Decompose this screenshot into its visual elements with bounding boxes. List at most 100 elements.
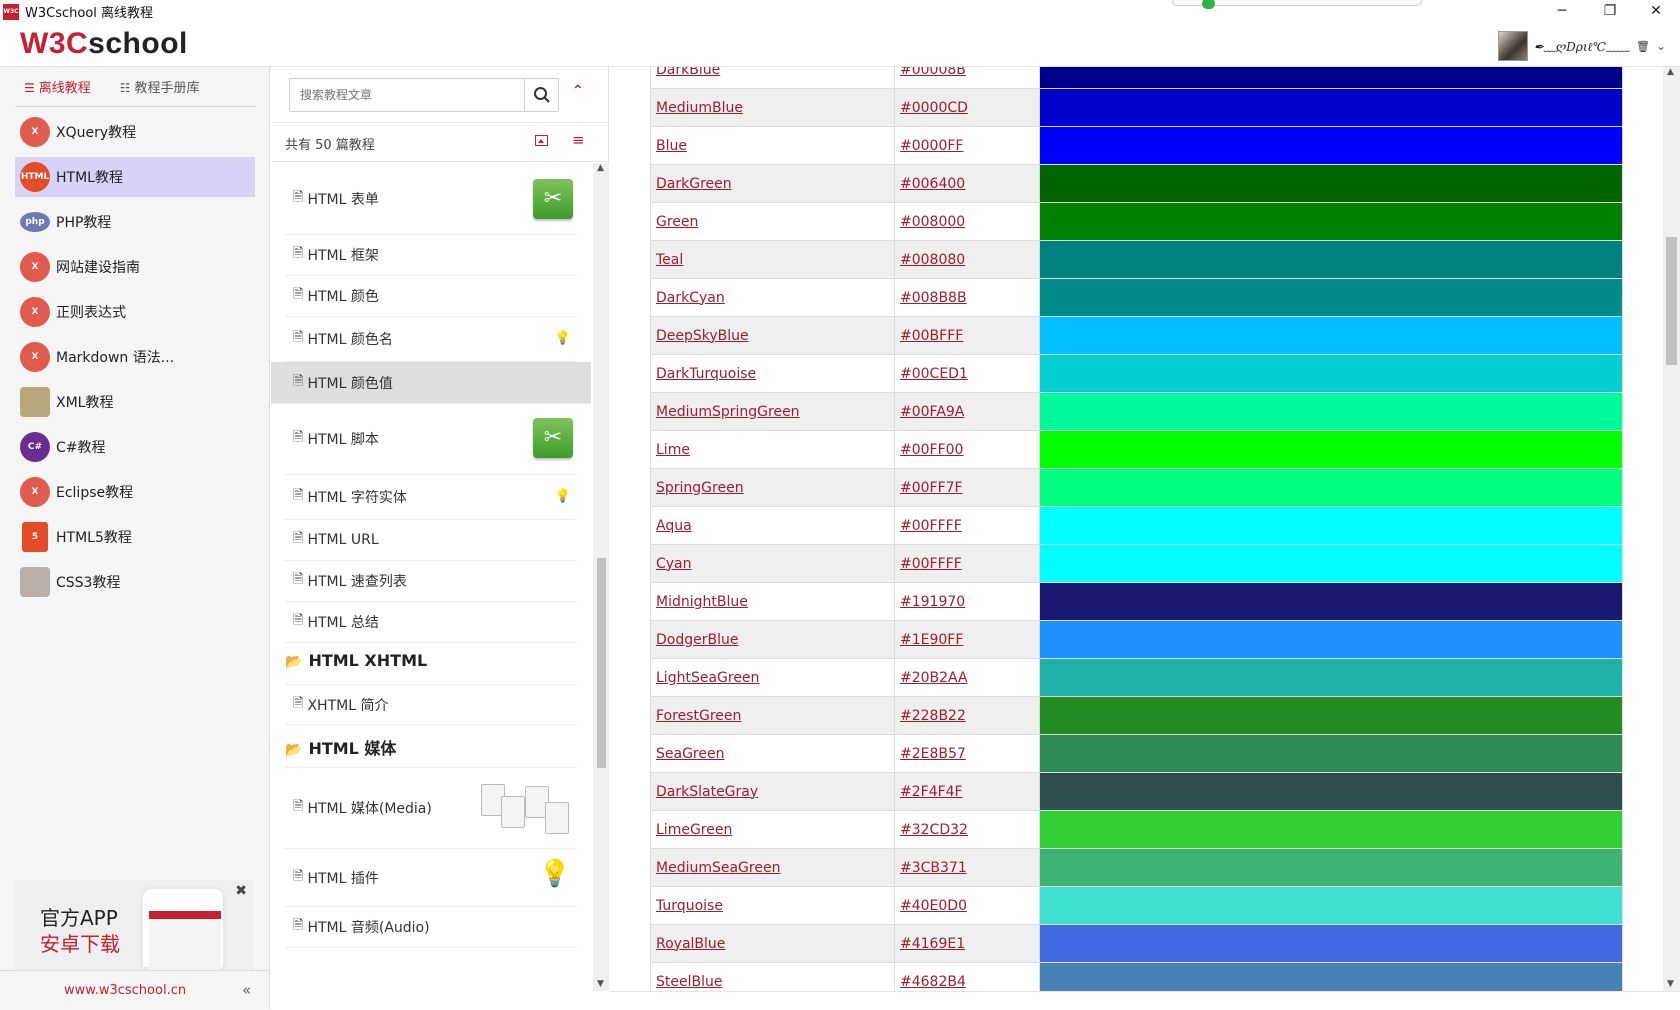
lesson-item[interactable]: 🗎 HTML 颜色名 💡: [285, 317, 577, 362]
color-name-link[interactable]: LimeGreen: [656, 822, 732, 838]
lesson-item[interactable]: 🗎 HTML 字符实体 💡: [285, 475, 577, 520]
color-name-link[interactable]: Aqua: [656, 518, 692, 534]
color-hex-link[interactable]: #00CED1: [900, 366, 968, 382]
color-name-link[interactable]: DarkGreen: [656, 176, 732, 192]
color-name-link[interactable]: MediumSeaGreen: [656, 860, 780, 876]
sidebar-item-markdown[interactable]: X Markdown 语法...: [15, 337, 255, 377]
color-hex-link[interactable]: #00008B: [900, 67, 966, 78]
lesson-item[interactable]: 🗎 HTML 音频(Audio): [285, 907, 577, 948]
color-name-link[interactable]: DeepSkyBlue: [656, 328, 749, 344]
color-hex-link[interactable]: #008080: [900, 252, 965, 268]
scroll-up-icon[interactable]: ▲: [597, 163, 604, 173]
color-name-link[interactable]: ForestGreen: [656, 708, 741, 724]
color-hex-link[interactable]: #0000FF: [900, 138, 963, 154]
color-hex-link[interactable]: #191970: [900, 594, 965, 610]
color-hex-link[interactable]: #20B2AA: [900, 670, 968, 686]
close-icon[interactable]: ✖: [235, 883, 247, 899]
color-hex-link[interactable]: #1E90FF: [900, 632, 963, 648]
sidebar-item-csharp[interactable]: C# C#教程: [15, 427, 255, 467]
lesson-item[interactable]: 🗎 HTML 总结: [285, 602, 577, 643]
app-download-banner[interactable]: 官方APP 安卓下载 ✖: [15, 880, 253, 971]
color-hex-link[interactable]: #008000: [900, 214, 965, 230]
search-button[interactable]: [524, 79, 558, 111]
color-hex-link[interactable]: #00BFFF: [900, 328, 963, 344]
color-name-link[interactable]: MidnightBlue: [656, 594, 748, 610]
collapse-sidebar-icon[interactable]: «: [242, 981, 251, 999]
close-button[interactable]: ✕: [1634, 0, 1678, 23]
color-name-link[interactable]: Cyan: [656, 556, 692, 572]
color-name-link[interactable]: DarkCyan: [656, 290, 725, 306]
color-name-link[interactable]: SpringGreen: [656, 480, 744, 496]
sidebar-item-xml[interactable]: XML教程: [15, 382, 255, 422]
sidebar-item-xquery[interactable]: X XQuery教程: [15, 112, 255, 152]
color-name-link[interactable]: RoyalBlue: [656, 936, 725, 952]
color-hex-link[interactable]: #228B22: [900, 708, 966, 724]
sidebar-item-css3[interactable]: CSS3教程: [15, 562, 255, 602]
lesson-item[interactable]: 🗎 XHTML 简介: [285, 684, 577, 725]
color-name-link[interactable]: Blue: [656, 138, 687, 154]
search-input[interactable]: [290, 79, 526, 111]
color-name-link[interactable]: MediumBlue: [656, 100, 743, 116]
section-header[interactable]: 📂 HTML 媒体: [285, 735, 396, 759]
color-hex-link[interactable]: #0000CD: [900, 100, 968, 116]
color-name-link[interactable]: SeaGreen: [656, 746, 724, 762]
color-name-link[interactable]: DarkTurquoise: [656, 366, 756, 382]
color-name-link[interactable]: DarkSlateGray: [656, 784, 758, 800]
color-name-link[interactable]: Teal: [656, 252, 683, 268]
color-name-link[interactable]: DarkBlue: [656, 67, 720, 78]
w3cschool-logo[interactable]: W3Cschool: [20, 27, 188, 61]
site-link[interactable]: www.w3cschool.cn: [64, 983, 186, 998]
color-name-link[interactable]: Turquoise: [656, 898, 723, 914]
color-hex-link[interactable]: #00FF00: [900, 442, 963, 458]
color-name-link[interactable]: LightSeaGreen: [656, 670, 759, 686]
lesson-item[interactable]: 🗎 HTML 媒体(Media): [285, 767, 577, 849]
color-hex-link[interactable]: #006400: [900, 176, 965, 192]
restore-button[interactable]: ❐: [1588, 0, 1632, 23]
color-hex-link[interactable]: #00FFFF: [900, 518, 962, 534]
lesson-item[interactable]: 🗎 HTML URL: [285, 520, 577, 561]
caret-up-icon[interactable]: ⌃: [572, 83, 584, 99]
color-name-link[interactable]: Green: [656, 214, 698, 230]
color-hex-link[interactable]: #00FF7F: [900, 480, 963, 496]
content-scrollbar[interactable]: ▲ ▼: [1663, 67, 1680, 991]
lesson-item[interactable]: 🗎 HTML 脚本 ✂: [285, 404, 577, 475]
lesson-item[interactable]: 🗎 HTML 速查列表: [285, 561, 577, 602]
color-hex-link[interactable]: #008B8B: [900, 290, 967, 306]
color-hex-link[interactable]: #00FA9A: [900, 404, 964, 420]
list-view-icon[interactable]: ≡: [572, 131, 585, 149]
scroll-up-icon[interactable]: ▲: [1667, 67, 1674, 77]
sidebar-item-website-guide[interactable]: X 网站建设指南: [15, 247, 255, 287]
sidebar-item-html[interactable]: HTML HTML教程: [15, 157, 255, 197]
scrollbar-thumb[interactable]: [1666, 237, 1677, 365]
lesson-item[interactable]: 🗎 HTML 颜色: [285, 276, 577, 317]
color-hex-link[interactable]: #3CB371: [900, 860, 967, 876]
lesson-item[interactable]: 🗎 HTML 框架: [285, 235, 577, 276]
scrollbar-thumb[interactable]: [597, 558, 606, 768]
scroll-down-icon[interactable]: ▼: [1667, 979, 1674, 989]
sidebar-item-eclipse[interactable]: X Eclipse教程: [15, 472, 255, 512]
sidebar-item-php[interactable]: php PHP教程: [15, 202, 255, 242]
lesson-scrollbar[interactable]: ▲ ▼: [593, 163, 609, 991]
color-name-link[interactable]: Lime: [656, 442, 690, 458]
tab-manual-library[interactable]: ☷ 教程手册库: [111, 77, 200, 96]
tab-offline-tutorials[interactable]: ☰ 离线教程: [15, 77, 91, 96]
color-hex-link[interactable]: #2F4F4F: [900, 784, 963, 800]
color-hex-link[interactable]: #4169E1: [900, 936, 965, 952]
section-header[interactable]: 📂 HTML XHTML: [285, 651, 427, 670]
color-hex-link[interactable]: #40E0D0: [900, 898, 967, 914]
color-hex-link[interactable]: #4682B4: [900, 974, 966, 990]
color-name-link[interactable]: MediumSpringGreen: [656, 404, 800, 420]
color-hex-link[interactable]: #00FFFF: [900, 556, 962, 572]
lesson-item[interactable]: 🗎 HTML 表单 ✂: [285, 163, 577, 235]
color-name-link[interactable]: SteelBlue: [656, 974, 722, 990]
image-view-icon[interactable]: [535, 135, 548, 146]
sidebar-item-html5[interactable]: 5 HTML5教程: [15, 517, 255, 557]
color-hex-link[interactable]: #32CD32: [900, 822, 968, 838]
lesson-item-active[interactable]: 🗎 HTML 颜色值: [271, 362, 591, 404]
lesson-item[interactable]: 🗎 HTML 插件 💡: [285, 849, 577, 907]
minimize-button[interactable]: ─: [1540, 0, 1584, 23]
scroll-down-icon[interactable]: ▼: [597, 979, 604, 989]
user-menu[interactable]: ✒﹏ღDριℓ℃﹏﹏ 🗑 ⌄: [1497, 31, 1666, 61]
sidebar-item-regex[interactable]: X 正则表达式: [15, 292, 255, 332]
color-hex-link[interactable]: #2E8B57: [900, 746, 966, 762]
